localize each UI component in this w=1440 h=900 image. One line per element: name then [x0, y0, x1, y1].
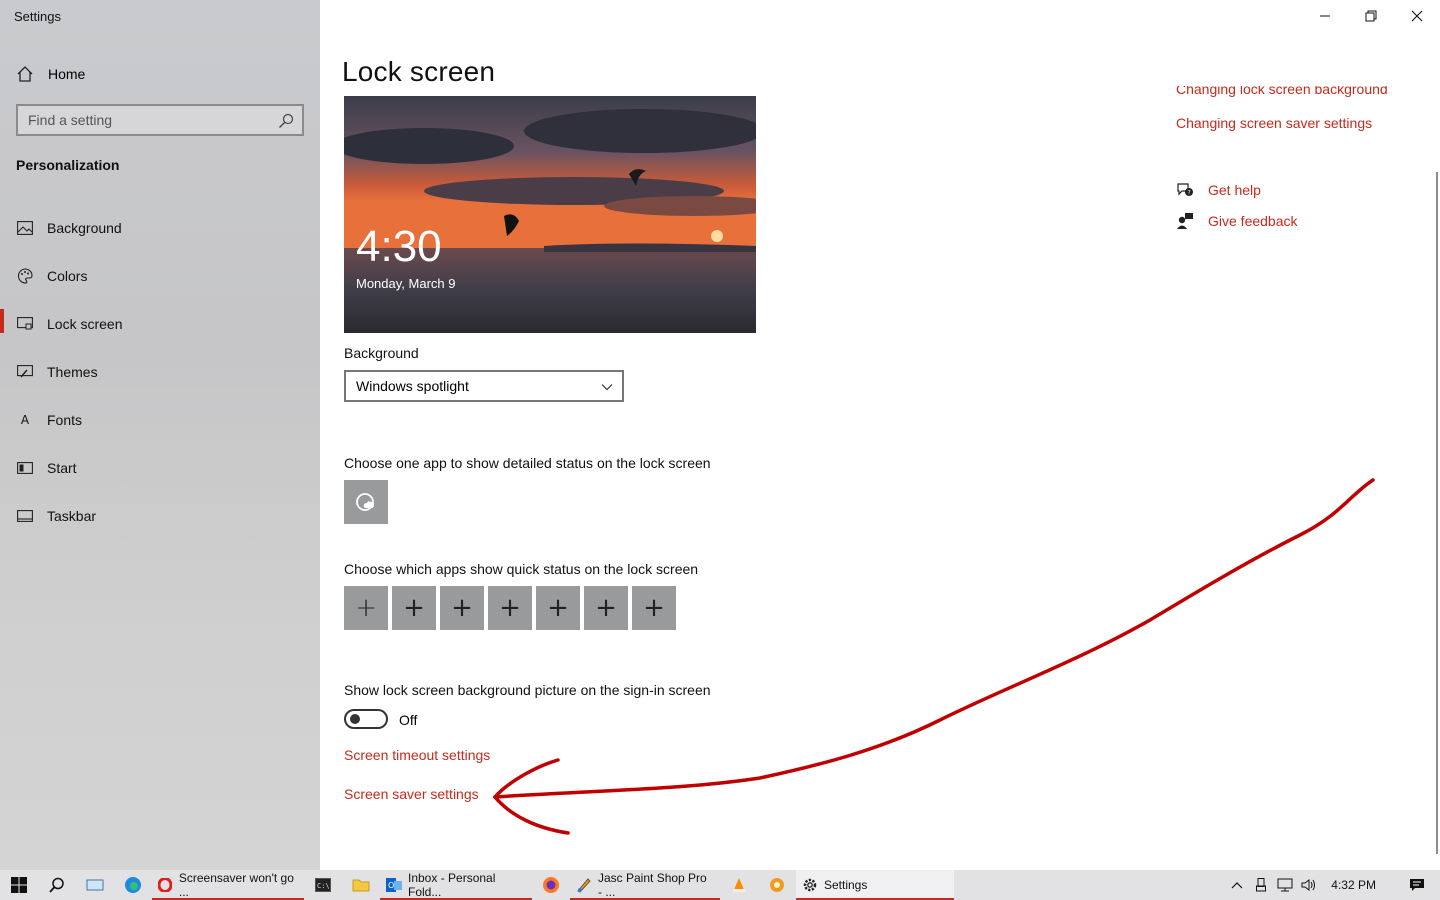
taskbar-app-label: Settings — [824, 878, 868, 892]
network-icon — [1277, 878, 1293, 892]
orange-app-icon — [770, 878, 784, 892]
gear-icon — [802, 877, 818, 893]
taskbar-app-outlook[interactable]: O Inbox - Personal Fold... — [380, 870, 532, 900]
svg-text:O: O — [388, 881, 394, 890]
terminal-icon: C:\ — [315, 878, 331, 892]
task-view-icon — [86, 879, 104, 891]
taskbar-app-settings[interactable]: Settings — [796, 870, 954, 900]
outlook-icon: O — [386, 877, 402, 893]
firefox-button[interactable] — [532, 870, 570, 900]
notification-icon — [1410, 879, 1424, 891]
network-tray-button[interactable] — [1273, 870, 1297, 900]
usb-tray-button[interactable] — [1249, 870, 1273, 900]
vlc-icon — [733, 878, 745, 892]
annotation-arrow — [492, 478, 1375, 835]
taskbar-app-paint-shop[interactable]: Jasc Paint Shop Pro - ... — [570, 870, 720, 900]
terminal-button[interactable]: C:\ — [304, 870, 342, 900]
paint-shop-icon — [576, 877, 592, 893]
start-button[interactable] — [0, 870, 38, 900]
opera-icon — [158, 877, 173, 893]
svg-text:C:\: C:\ — [317, 882, 330, 890]
taskbar-app-opera[interactable]: Screensaver won't go ... — [152, 870, 304, 900]
folder-icon — [352, 879, 370, 892]
vlc-button[interactable] — [720, 870, 758, 900]
windows-icon — [11, 877, 27, 893]
search-icon — [49, 877, 64, 893]
search-button[interactable] — [38, 870, 76, 900]
volume-icon — [1301, 879, 1316, 891]
show-hidden-icons-button[interactable] — [1225, 870, 1249, 900]
file-explorer-button[interactable] — [342, 870, 380, 900]
taskbar-app-label: Inbox - Personal Fold... — [408, 871, 496, 899]
edge-button[interactable] — [114, 870, 152, 900]
system-tray: 4:32 PM — [1225, 870, 1440, 900]
volume-tray-button[interactable] — [1297, 870, 1321, 900]
action-center-button[interactable] — [1394, 870, 1440, 900]
usb-icon — [1256, 878, 1267, 892]
app-button-orange[interactable] — [758, 870, 796, 900]
taskbar-clock[interactable]: 4:32 PM — [1321, 878, 1394, 892]
taskbar: Screensaver won't go ... C:\ O Inbox - P… — [0, 870, 1440, 900]
firefox-icon — [543, 877, 559, 893]
edge-icon — [125, 877, 141, 893]
chevron-up-icon — [1231, 882, 1243, 889]
taskbar-app-label: Jasc Paint Shop Pro - ... — [598, 871, 707, 899]
task-view-button[interactable] — [76, 870, 114, 900]
taskbar-app-label: Screensaver won't go ... — [178, 871, 294, 899]
